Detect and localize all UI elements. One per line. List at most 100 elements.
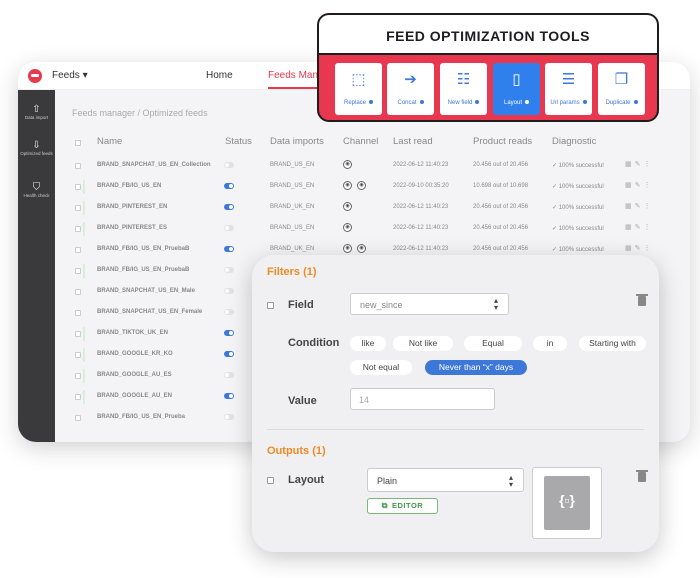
- table-row[interactable]: BRAND_SNAPCHAT_US_EN_Collection BRAND_US_…: [55, 156, 690, 177]
- feed-name[interactable]: BRAND_GOOGLE_AU_EN: [97, 393, 172, 399]
- feed-optimization-tools: FEED OPTIMIZATION TOOLS ⬚ Replace ➔ Conc…: [317, 13, 659, 122]
- row-checkbox[interactable]: [75, 205, 81, 211]
- row-marker: [83, 264, 85, 278]
- feed-name[interactable]: BRAND_PINTEREST_EN: [97, 204, 167, 210]
- row-checkbox[interactable]: [75, 373, 81, 379]
- status-toggle[interactable]: [224, 288, 234, 294]
- condition-like[interactable]: like: [350, 336, 386, 351]
- row-checkbox[interactable]: [75, 268, 81, 274]
- calendar-icon[interactable]: ▦: [625, 245, 635, 252]
- status-toggle[interactable]: [224, 330, 234, 336]
- nav-home[interactable]: Home: [206, 70, 233, 81]
- row-checkbox[interactable]: [75, 331, 81, 337]
- feed-name[interactable]: BRAND_GOOGLE_KR_KO: [97, 351, 173, 357]
- row-actions[interactable]: ▦✎⋮: [625, 244, 654, 252]
- row-checkbox[interactable]: [75, 310, 81, 316]
- col-header-diagnostic[interactable]: Diagnostic: [552, 136, 596, 147]
- condition-not-equal[interactable]: Not equal: [350, 360, 412, 375]
- row-checkbox[interactable]: [75, 226, 81, 232]
- row-checkbox[interactable]: [75, 247, 81, 253]
- condition-in[interactable]: in: [533, 336, 567, 351]
- row-checkbox[interactable]: [75, 394, 81, 400]
- tool-duplicate-button[interactable]: ❐ Duplicate: [598, 63, 645, 115]
- row-checkbox[interactable]: [75, 289, 81, 295]
- feed-name[interactable]: BRAND_TIKTOK_UK_EN: [97, 330, 168, 336]
- tool-concat-button[interactable]: ➔ Concat: [387, 63, 434, 115]
- table-row[interactable]: BRAND_FB/IG_US_EN BRAND_US_EN ◉ ◉ 2022-09-10…: [55, 177, 690, 198]
- condition-newer-than-days[interactable]: Never than “x” days: [425, 360, 527, 375]
- tool-new-field-button[interactable]: ☷ New field: [440, 63, 487, 115]
- filter-trash-icon[interactable]: [636, 294, 648, 306]
- col-header-name[interactable]: Name: [97, 136, 122, 147]
- sidebar-item-health-check[interactable]: ⛉ Health check: [18, 182, 55, 199]
- value-input[interactable]: 14: [350, 388, 495, 410]
- layout-checkbox[interactable]: [267, 477, 274, 484]
- edit-icon[interactable]: ✎: [635, 245, 644, 252]
- more-icon[interactable]: ⋮: [644, 224, 654, 231]
- status-toggle[interactable]: [224, 225, 234, 231]
- table-row[interactable]: BRAND_PINTEREST_EN BRAND_UK_EN ◉ 2022-06-12…: [55, 198, 690, 219]
- row-actions[interactable]: ▦✎⋮: [625, 181, 654, 189]
- row-marker: [83, 348, 85, 362]
- status-toggle[interactable]: [224, 309, 234, 315]
- col-header-channel[interactable]: Channel: [343, 136, 378, 147]
- col-header-data-imports[interactable]: Data imports: [270, 136, 324, 147]
- feed-name[interactable]: BRAND_PINTEREST_ES: [97, 225, 167, 231]
- col-header-last-read[interactable]: Last read: [393, 136, 433, 147]
- output-trash-icon[interactable]: [636, 470, 648, 482]
- col-header-product-reads[interactable]: Product reads: [473, 136, 532, 147]
- row-checkbox[interactable]: [75, 163, 81, 169]
- feed-name[interactable]: BRAND_FB/IG_US_EN: [97, 183, 161, 189]
- sidebar-item-optimized-feeds[interactable]: ⇩ Optimized feeds: [18, 140, 55, 157]
- condition-equal[interactable]: Equal: [464, 336, 522, 351]
- feed-name[interactable]: BRAND_SNAPCHAT_US_EN_Male: [97, 288, 195, 294]
- edit-icon[interactable]: ✎: [635, 161, 644, 168]
- status-toggle[interactable]: [224, 246, 234, 252]
- status-toggle[interactable]: [224, 372, 234, 378]
- tool-replace-button[interactable]: ⬚ Replace: [335, 63, 382, 115]
- feeds-selector[interactable]: Feeds ▾: [52, 70, 88, 81]
- feed-name[interactable]: BRAND_SNAPCHAT_US_EN_Female: [97, 309, 202, 315]
- edit-icon[interactable]: ✎: [635, 203, 644, 210]
- more-icon[interactable]: ⋮: [644, 161, 654, 168]
- row-actions[interactable]: ▦✎⋮: [625, 160, 654, 168]
- tool-url-params-button[interactable]: ☰ Url params: [545, 63, 592, 115]
- feed-name[interactable]: BRAND_FB/IG_US_EN_PruebaB: [97, 246, 189, 252]
- status-toggle[interactable]: [224, 183, 234, 189]
- condition-not-like[interactable]: Not like: [393, 336, 453, 351]
- field-select[interactable]: new_since ▴ ▾: [350, 293, 509, 315]
- row-actions[interactable]: ▦✎⋮: [625, 202, 654, 210]
- edit-icon[interactable]: ✎: [635, 224, 644, 231]
- layout-select[interactable]: Plain ▴ ▾: [367, 468, 524, 492]
- feed-name[interactable]: BRAND_FB/IG_US_EN_Prueba: [97, 414, 185, 420]
- feed-name[interactable]: BRAND_FB/IG_US_EN_PruebaB: [97, 267, 189, 273]
- field-checkbox[interactable]: [267, 302, 274, 309]
- calendar-icon[interactable]: ▦: [625, 182, 635, 189]
- editor-button[interactable]: ⧉ EDITOR: [367, 498, 438, 514]
- row-checkbox[interactable]: [75, 415, 81, 421]
- row-actions[interactable]: ▦✎⋮: [625, 223, 654, 231]
- feed-name[interactable]: BRAND_SNAPCHAT_US_EN_Collection: [97, 162, 211, 168]
- table-row[interactable]: BRAND_PINTEREST_ES BRAND_US_EN ◉ 2022-06-12…: [55, 219, 690, 240]
- status-toggle[interactable]: [224, 393, 234, 399]
- status-toggle[interactable]: [224, 351, 234, 357]
- status-toggle[interactable]: [224, 162, 234, 168]
- calendar-icon[interactable]: ▦: [625, 161, 635, 168]
- row-checkbox[interactable]: [75, 184, 81, 190]
- more-icon[interactable]: ⋮: [644, 245, 654, 252]
- tool-layout-button[interactable]: ▯ Layout: [493, 63, 540, 115]
- status-toggle[interactable]: [224, 414, 234, 420]
- row-checkbox[interactable]: [75, 352, 81, 358]
- calendar-icon[interactable]: ▦: [625, 224, 635, 231]
- sidebar-item-data-import[interactable]: ⇧ Data import: [18, 104, 55, 121]
- feed-name[interactable]: BRAND_GOOGLE_AU_ES: [97, 372, 172, 378]
- calendar-icon[interactable]: ▦: [625, 203, 635, 210]
- status-toggle[interactable]: [224, 267, 234, 273]
- col-header-status[interactable]: Status: [225, 136, 252, 147]
- select-all-checkbox[interactable]: [75, 140, 81, 146]
- edit-icon[interactable]: ✎: [635, 182, 644, 189]
- condition-starting-with[interactable]: Starting with: [579, 336, 646, 351]
- more-icon[interactable]: ⋮: [644, 203, 654, 210]
- more-icon[interactable]: ⋮: [644, 182, 654, 189]
- status-toggle[interactable]: [224, 204, 234, 210]
